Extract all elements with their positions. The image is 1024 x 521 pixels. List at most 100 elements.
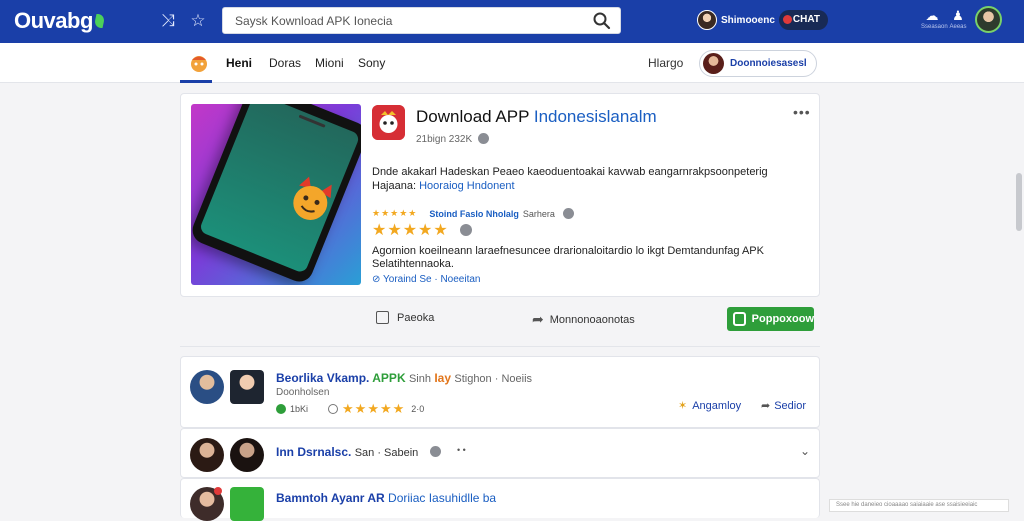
top-header: Ouvabg ⤨ ☆ Shimooenc CHAT ☁ Sseasaon ♟ A… bbox=[0, 0, 1024, 43]
user-chip[interactable]: Shimooenc CHAT bbox=[697, 8, 828, 32]
scrollbar-track[interactable] bbox=[1014, 83, 1024, 512]
search-icon[interactable] bbox=[592, 11, 612, 31]
logo-text: Ouvabg bbox=[14, 8, 93, 33]
user-avatar bbox=[697, 10, 717, 30]
list-item-title-main: Beorlika Vkamp. bbox=[276, 371, 370, 385]
list-item-stars: ★★★★★ bbox=[342, 401, 406, 416]
share-arrow-icon: ➦ bbox=[532, 311, 544, 327]
rating-source[interactable]: Stoind Faslo Nholalg bbox=[429, 209, 519, 219]
search-bar bbox=[222, 7, 621, 34]
reply-icon: ➦ bbox=[761, 400, 771, 412]
mascot-icon bbox=[293, 176, 332, 220]
list-item-title-main: Inn Dsrnalsc. bbox=[276, 445, 352, 459]
app-title-prefix: Download APP bbox=[416, 107, 530, 126]
rating-summary: ★★★★★ Stoind Faslo Nholalg Sarhera bbox=[372, 208, 574, 219]
app-description: Dnde akakarl Hadeskan Peaeo kaeoduentoak… bbox=[372, 165, 792, 193]
hero-image[interactable] bbox=[191, 104, 361, 285]
list-item[interactable]: Beorlika Vkamp. APPK Sinh Iay Stighon · … bbox=[180, 356, 820, 428]
app-thumbnail bbox=[230, 487, 264, 521]
info-icon[interactable] bbox=[430, 446, 441, 457]
feature-card: Download APP Indonesislanalm ••• 21bign … bbox=[180, 93, 820, 297]
section-divider bbox=[180, 346, 820, 347]
reply-button[interactable]: ➦ Sedior bbox=[761, 399, 806, 413]
tab-mioni[interactable]: Mioni bbox=[315, 56, 344, 70]
phone-illustration bbox=[191, 104, 361, 285]
bottom-toast: Ssee hie daneieo cioaaaao saiaiaaie ase … bbox=[829, 499, 1009, 512]
list-item-title-main: Bamntoh Ayanr AR bbox=[276, 491, 385, 505]
sub-navigation: Heni Doras Mioni Sony Hlargo Doonnoiesas… bbox=[0, 43, 1024, 83]
star-burst-icon: ✶ bbox=[678, 400, 688, 412]
tag-link[interactable]: ⊘ Yoraind Se · Noeeitan bbox=[372, 274, 480, 285]
person-icon: ♟ bbox=[952, 8, 964, 23]
rating-stars[interactable]: ★★★★★ bbox=[372, 220, 473, 240]
shuffle-icon[interactable]: ⤨ bbox=[158, 11, 178, 31]
more-options-icon[interactable]: ••• bbox=[793, 104, 811, 120]
save-label: Paeoka bbox=[397, 311, 435, 324]
clock-icon bbox=[328, 404, 339, 414]
avatar bbox=[190, 438, 224, 472]
like-label: Angamloy bbox=[692, 399, 742, 412]
cloud-icon: ☁ bbox=[925, 8, 939, 23]
save-checkbox[interactable]: Paeoka bbox=[376, 311, 434, 324]
download-button[interactable]: Poppoxoow bbox=[727, 307, 814, 331]
list-item-title-green: APPK bbox=[372, 371, 406, 385]
tag-link-text: Yoraind Se · Noeeitan bbox=[383, 274, 481, 285]
star-icon[interactable]: ☆ bbox=[188, 11, 208, 31]
description-link[interactable]: Hooraiog Hndonent bbox=[419, 180, 514, 192]
profile-avatar[interactable] bbox=[975, 6, 1002, 33]
site-logo[interactable]: Ouvabg bbox=[14, 8, 106, 34]
rating-stars-text: ★★★★★ bbox=[372, 222, 449, 239]
list-item-title-orange: Doriiac Iasuhidlle ba bbox=[388, 491, 497, 505]
list-item-meta: 1bKi ★★★★★ 2·0 bbox=[276, 401, 424, 417]
account-button[interactable]: ♟ Aeeas bbox=[947, 9, 969, 31]
leaf-icon bbox=[93, 14, 106, 28]
account-label: Aeeas bbox=[949, 24, 967, 30]
info-icon[interactable] bbox=[562, 208, 574, 219]
home-logo-icon[interactable] bbox=[188, 52, 210, 74]
list-item-title-orange: Iay bbox=[434, 371, 452, 385]
description-text: Dnde akakarl Hadeskan Peaeo kaeoduentoak… bbox=[372, 166, 768, 178]
search-input[interactable] bbox=[235, 13, 575, 29]
profile-pill[interactable]: Doonnoiesasesl bbox=[699, 50, 817, 77]
app-title-highlight: Indonesislanalm bbox=[533, 107, 657, 126]
list-item-title[interactable]: Beorlika Vkamp. APPK Sinh Iay Stighon · … bbox=[276, 371, 532, 385]
chevron-down-icon[interactable]: ⌄ bbox=[800, 444, 810, 458]
list-item-extra: • • bbox=[457, 445, 466, 455]
status-icon bbox=[276, 404, 286, 414]
tab-sony[interactable]: Sony bbox=[358, 56, 385, 70]
phone-screen bbox=[198, 104, 361, 274]
active-tab-indicator bbox=[180, 80, 212, 83]
tab-home[interactable]: Heni bbox=[226, 56, 252, 70]
checkbox-icon bbox=[376, 311, 389, 324]
language-link[interactable]: Hlargo bbox=[648, 56, 683, 70]
list-item-title[interactable]: Bamntoh Ayanr AR Doriiac Iasuhidlle ba bbox=[276, 491, 496, 505]
app-icon[interactable] bbox=[372, 105, 405, 140]
share-label: Monnonoaonotas bbox=[549, 313, 635, 326]
notification-label: Sseasaon bbox=[921, 24, 948, 30]
user-name: Shimooenc bbox=[721, 14, 775, 26]
avatar bbox=[190, 370, 224, 404]
app-description-secondary: Agornion koeilneann laraefnesuncee drari… bbox=[372, 245, 764, 270]
list-item-subtitle: Doonholsen bbox=[276, 387, 330, 398]
tab-doras[interactable]: Doras bbox=[269, 56, 301, 70]
description-link-prefix: Hajaana: bbox=[372, 180, 417, 192]
avatar bbox=[230, 370, 264, 404]
avatar bbox=[230, 438, 264, 472]
chat-button[interactable]: CHAT bbox=[778, 10, 828, 30]
app-title[interactable]: Download APP Indonesislanalm bbox=[416, 107, 657, 127]
list-item-title[interactable]: Inn Dsrnalsc. San · Sabein bbox=[276, 445, 418, 459]
settings-icon[interactable] bbox=[460, 224, 473, 236]
list-item[interactable]: Bamntoh Ayanr AR Doriiac Iasuhidlle ba bbox=[180, 478, 820, 521]
share-button[interactable]: ➦ Monnonoaonotas bbox=[532, 311, 635, 328]
list-item[interactable]: Inn Dsrnalsc. San · Sabein • • ⌄ bbox=[180, 428, 820, 478]
like-button[interactable]: ✶ Angamloy bbox=[678, 399, 742, 413]
list-item-title-rest: Sinh bbox=[408, 373, 431, 385]
app-meta: 21bign 232K bbox=[416, 133, 489, 145]
notification-button[interactable]: ☁ Sseasaon bbox=[921, 8, 948, 31]
notification-dot bbox=[214, 487, 222, 495]
scrollbar-thumb[interactable] bbox=[1016, 173, 1022, 231]
globe-icon bbox=[477, 133, 489, 144]
list-item-rating: 2·0 bbox=[411, 404, 425, 414]
small-stars: ★★★★★ bbox=[372, 208, 418, 218]
app-meta-text: 21bign 232K bbox=[416, 134, 473, 145]
